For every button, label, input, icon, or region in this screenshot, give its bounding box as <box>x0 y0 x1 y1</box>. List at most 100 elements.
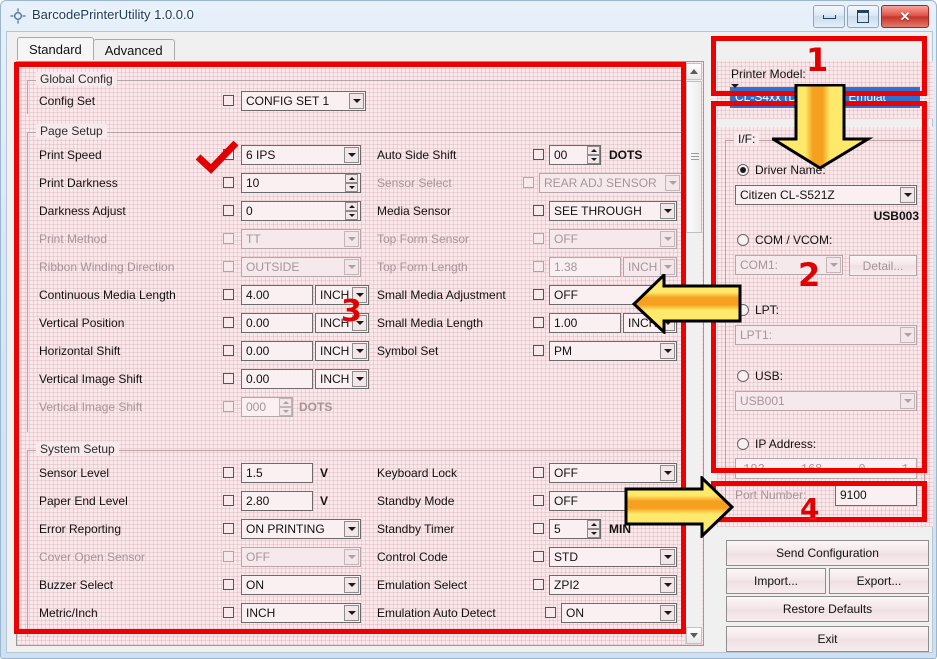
checkbox-media-sensor[interactable] <box>533 205 544 216</box>
export-button[interactable]: Export... <box>829 568 929 594</box>
dropdown-symbol-set[interactable]: PM <box>549 341 677 361</box>
chevron-down-icon[interactable] <box>660 343 675 359</box>
checkbox-control-code[interactable] <box>533 551 544 562</box>
input-sensor-level[interactable]: 1.5 <box>241 463 313 483</box>
chevron-down-icon[interactable] <box>352 371 367 387</box>
checkbox-vertical-image-shift-inch[interactable] <box>223 373 234 384</box>
checkbox-vertical-image-shift-dots <box>223 401 234 412</box>
input-continuous-media-length[interactable]: 4.00 <box>241 285 313 305</box>
input-darkness-adjust[interactable]: 0 <box>241 201 361 221</box>
checkbox-standby-timer[interactable] <box>533 523 544 534</box>
input-horizontal-shift[interactable]: 0.00 <box>241 341 313 361</box>
spinner-darkness-adjust[interactable] <box>345 202 358 220</box>
scroll-up-button[interactable] <box>686 63 702 80</box>
label-control-code: Control Code <box>377 550 448 564</box>
checkbox-paper-end-level[interactable] <box>223 495 234 506</box>
checkbox-emulation-auto-detect[interactable] <box>545 607 556 618</box>
chevron-down-icon[interactable] <box>344 147 359 163</box>
dropdown-print-method: TT <box>241 229 361 249</box>
dropdown-config-set-value: CONFIG SET 1 <box>246 92 329 110</box>
interface-section: I/F: Driver Name: Citizen CL-S521Z USB00… <box>717 127 933 527</box>
radio-ip-address[interactable] <box>737 438 749 450</box>
input-ip-address[interactable]: 192. 168. 0. 1 <box>735 458 917 479</box>
chevron-down-icon[interactable] <box>352 343 367 359</box>
spinner-print-darkness[interactable] <box>345 174 358 192</box>
minimize-button[interactable] <box>813 5 845 28</box>
dropdown-emulation-auto-detect[interactable]: ON <box>561 603 677 623</box>
checkbox-print-darkness[interactable] <box>223 177 234 188</box>
close-button[interactable]: ✕ <box>881 5 929 28</box>
input-paper-end-level[interactable]: 2.80 <box>241 491 313 511</box>
dropdown-metric-inch[interactable]: INCH <box>241 603 361 623</box>
scrollbar-grip-icon <box>691 153 699 161</box>
tab-advanced[interactable]: Advanced <box>93 39 175 60</box>
chevron-down-icon[interactable] <box>660 605 675 621</box>
checkbox-buzzer-select[interactable] <box>223 579 234 590</box>
screenshot-root: BarcodePrinterUtility 1.0.0.0 ✕ Standard… <box>0 0 937 659</box>
chevron-down-icon[interactable] <box>660 577 675 593</box>
dropdown-lpt-port: LPT1: <box>735 325 917 345</box>
checkbox-keyboard-lock[interactable] <box>533 467 544 478</box>
label-top-form-length: Top Form Length <box>377 260 468 274</box>
dropdown-vertical-image-shift-unit[interactable]: INCH <box>315 369 369 389</box>
checkbox-continuous-media-length[interactable] <box>223 289 234 300</box>
checkbox-darkness-adjust[interactable] <box>223 205 234 216</box>
dropdown-emulation-select[interactable]: ZPI2 <box>549 575 677 595</box>
dropdown-control-code[interactable]: STD <box>549 547 677 567</box>
settings-vertical-scrollbar[interactable] <box>685 63 702 644</box>
dropdown-media-sensor[interactable]: SEE THROUGH <box>549 201 677 221</box>
scrollbar-thumb[interactable] <box>686 81 702 233</box>
chevron-down-icon <box>665 175 680 191</box>
checkbox-emulation-select[interactable] <box>533 579 544 590</box>
dropdown-print-speed[interactable]: 6 IPS <box>241 145 361 165</box>
row-control-code: Control Code STD <box>367 546 687 572</box>
dropdown-driver-name[interactable]: Citizen CL-S521Z <box>735 185 917 205</box>
chevron-down-icon[interactable] <box>344 605 359 621</box>
checkbox-horizontal-shift[interactable] <box>223 345 234 356</box>
import-button[interactable]: Import... <box>726 568 826 594</box>
input-vertical-position[interactable]: 0.00 <box>241 313 313 333</box>
scroll-down-button[interactable] <box>686 627 702 644</box>
checkbox-small-media-adjustment[interactable] <box>533 289 544 300</box>
radio-com-vcom[interactable] <box>737 234 749 246</box>
spinner-auto-side-shift[interactable] <box>587 146 600 164</box>
chevron-down-icon[interactable] <box>900 187 915 203</box>
maximize-button[interactable] <box>847 5 879 28</box>
input-vertical-image-shift-inch[interactable]: 0.00 <box>241 369 313 389</box>
restore-defaults-button[interactable]: Restore Defaults <box>726 596 929 622</box>
chevron-down-icon[interactable] <box>344 521 359 537</box>
checkbox-small-media-length[interactable] <box>533 317 544 328</box>
chevron-down-icon[interactable] <box>344 577 359 593</box>
input-port-number[interactable]: 9100 <box>835 485 917 506</box>
checkbox-vertical-position[interactable] <box>223 317 234 328</box>
dropdown-buzzer-select[interactable]: ON <box>241 575 361 595</box>
group-page-setup: Page Setup Print Speed 6 IPS Print Darkn… <box>27 124 682 432</box>
chevron-down-icon[interactable] <box>660 549 675 565</box>
dropdown-error-reporting[interactable]: ON PRINTING <box>241 519 361 539</box>
checkbox-config-set[interactable] <box>223 95 234 106</box>
send-configuration-button[interactable]: Send Configuration <box>726 540 929 566</box>
dropdown-horizontal-shift-unit[interactable]: INCH <box>315 341 369 361</box>
checkbox-sensor-level[interactable] <box>223 467 234 478</box>
dropdown-media-sensor-value: SEE THROUGH <box>554 202 642 220</box>
radio-driver-name[interactable] <box>737 164 749 176</box>
checkbox-standby-mode[interactable] <box>533 495 544 506</box>
radio-usb[interactable] <box>737 370 749 382</box>
exit-button[interactable]: Exit <box>726 626 929 652</box>
checkbox-top-form-sensor <box>533 233 544 244</box>
group-label-interface: I/F: <box>734 132 759 146</box>
tab-standard[interactable]: Standard <box>17 37 94 60</box>
checkbox-metric-inch[interactable] <box>223 607 234 618</box>
chevron-down-icon[interactable] <box>349 93 364 109</box>
checkbox-symbol-set[interactable] <box>533 345 544 356</box>
dropdown-config-set[interactable]: CONFIG SET 1 <box>241 91 366 111</box>
label-vertical-position: Vertical Position <box>39 316 124 330</box>
checkbox-auto-side-shift[interactable] <box>533 149 544 160</box>
input-print-darkness[interactable]: 10 <box>241 173 361 193</box>
unit-value: INCH <box>320 370 349 388</box>
input-small-media-length[interactable]: 1.00 <box>549 313 621 333</box>
checkbox-error-reporting[interactable] <box>223 523 234 534</box>
spinner-standby-timer[interactable] <box>587 520 600 538</box>
chevron-down-icon[interactable] <box>660 203 675 219</box>
chevron-down-icon <box>344 231 359 247</box>
